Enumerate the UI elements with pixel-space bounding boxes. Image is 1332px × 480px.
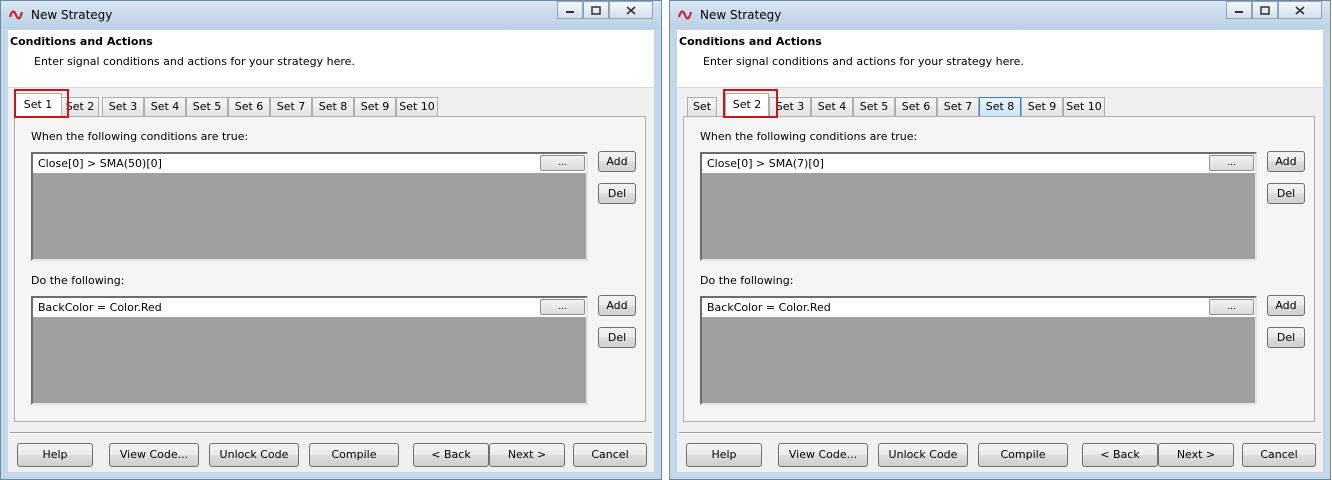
dialog-body: Conditions and Actions Enter signal cond… <box>8 30 654 472</box>
delete-action-button[interactable]: Del <box>1267 327 1305 348</box>
tab-panel: When the following conditions are true: … <box>14 116 646 422</box>
tab-set-7[interactable]: Set 7 <box>937 97 979 116</box>
window-controls <box>1226 1 1322 21</box>
close-button[interactable] <box>1278 1 1322 19</box>
tab-set-4[interactable]: Set 4 <box>144 97 186 116</box>
conditions-grid[interactable]: Close[0] > SMA(50)[0] ... <box>31 152 588 261</box>
strategy-logo-icon <box>9 10 23 20</box>
next-button[interactable]: Next > <box>1158 443 1234 467</box>
conditions-label: When the following conditions are true: <box>31 130 249 143</box>
add-action-button[interactable]: Add <box>1267 295 1305 316</box>
add-condition-button[interactable]: Add <box>598 151 636 172</box>
tab-set-3[interactable]: Set 3 <box>102 97 144 116</box>
footer-separator <box>10 432 652 434</box>
tab-set-1[interactable]: Set 1 <box>14 93 62 117</box>
add-action-button[interactable]: Add <box>598 295 636 316</box>
tab-set-9[interactable]: Set 9 <box>354 97 396 116</box>
wizard-header: Conditions and Actions Enter signal cond… <box>677 30 1323 88</box>
wizard-header: Conditions and Actions Enter signal cond… <box>8 30 654 88</box>
tab-set-2[interactable]: Set 2 <box>61 97 99 116</box>
delete-condition-button[interactable]: Del <box>598 183 636 204</box>
help-button[interactable]: Help <box>17 443 93 467</box>
cancel-button[interactable]: Cancel <box>1242 443 1316 467</box>
view-code-button[interactable]: View Code... <box>109 443 199 467</box>
help-button[interactable]: Help <box>686 443 762 467</box>
back-button[interactable]: < Back <box>413 443 489 467</box>
tab-set-4[interactable]: Set 4 <box>811 97 853 116</box>
view-code-button[interactable]: View Code... <box>778 443 868 467</box>
tab-set-9[interactable]: Set 9 <box>1021 97 1063 116</box>
close-icon <box>1295 5 1305 15</box>
tab-set-7[interactable]: Set 7 <box>270 97 312 116</box>
edit-condition-button[interactable]: ... <box>540 155 585 171</box>
actions-label: Do the following: <box>700 274 794 287</box>
edit-condition-button[interactable]: ... <box>1209 155 1254 171</box>
strategy-window-1: New Strategy Conditions and Actions Ente… <box>0 0 662 480</box>
maximize-icon <box>591 5 601 15</box>
next-button[interactable]: Next > <box>489 443 565 467</box>
conditions-label: When the following conditions are true: <box>700 130 918 143</box>
delete-condition-button[interactable]: Del <box>1267 183 1305 204</box>
page-subtitle: Enter signal conditions and actions for … <box>703 55 1024 68</box>
condition-row[interactable]: Close[0] > SMA(7)[0] ... <box>702 154 1255 174</box>
tab-set-5[interactable]: Set 5 <box>186 97 228 116</box>
maximize-icon <box>1260 5 1270 15</box>
close-button[interactable] <box>609 1 653 19</box>
tab-set-8[interactable]: Set 8 <box>979 97 1021 116</box>
title-bar[interactable]: New Strategy <box>670 1 1330 29</box>
cancel-button[interactable]: Cancel <box>573 443 647 467</box>
edit-action-button[interactable]: ... <box>1209 299 1254 315</box>
minimize-icon <box>1235 11 1243 13</box>
window-title: New Strategy <box>31 8 113 22</box>
unlock-code-button[interactable]: Unlock Code <box>209 443 299 467</box>
page-title: Conditions and Actions <box>679 35 822 48</box>
page-title: Conditions and Actions <box>10 35 153 48</box>
maximize-button[interactable] <box>583 1 609 19</box>
compile-button[interactable]: Compile <box>309 443 399 467</box>
unlock-code-button[interactable]: Unlock Code <box>878 443 968 467</box>
tab-set-6[interactable]: Set 6 <box>228 97 270 116</box>
minimize-icon <box>566 11 574 13</box>
minimize-button[interactable] <box>557 1 583 19</box>
tab-set-10[interactable]: Set 10 <box>1063 97 1105 116</box>
actions-grid[interactable]: BackColor = Color.Red ... <box>31 296 588 405</box>
tab-set-3[interactable]: Set 3 <box>769 97 811 116</box>
action-expression: BackColor = Color.Red <box>707 301 831 314</box>
dialog-body: Conditions and Actions Enter signal cond… <box>677 30 1323 472</box>
title-bar[interactable]: New Strategy <box>1 1 661 29</box>
strategy-logo-icon <box>678 10 692 20</box>
add-condition-button[interactable]: Add <box>1267 151 1305 172</box>
tab-set-10[interactable]: Set 10 <box>396 97 438 116</box>
window-controls <box>557 1 653 21</box>
action-expression: BackColor = Color.Red <box>38 301 162 314</box>
tab-panel: When the following conditions are true: … <box>683 116 1315 422</box>
compile-button[interactable]: Compile <box>978 443 1068 467</box>
maximize-button[interactable] <box>1252 1 1278 19</box>
window-title: New Strategy <box>700 8 782 22</box>
tab-set-1[interactable]: Set 1 <box>687 97 717 131</box>
condition-expression: Close[0] > SMA(50)[0] <box>38 157 162 170</box>
strategy-window-2: New Strategy Conditions and Actions Ente… <box>669 0 1331 480</box>
edit-action-button[interactable]: ... <box>540 299 585 315</box>
condition-row[interactable]: Close[0] > SMA(50)[0] ... <box>33 154 586 174</box>
close-icon <box>626 5 636 15</box>
footer-separator <box>679 432 1321 434</box>
actions-label: Do the following: <box>31 274 125 287</box>
minimize-button[interactable] <box>1226 1 1252 19</box>
action-row[interactable]: BackColor = Color.Red ... <box>33 298 586 318</box>
action-row[interactable]: BackColor = Color.Red ... <box>702 298 1255 318</box>
actions-grid[interactable]: BackColor = Color.Red ... <box>700 296 1257 405</box>
conditions-grid[interactable]: Close[0] > SMA(7)[0] ... <box>700 152 1257 261</box>
page-subtitle: Enter signal conditions and actions for … <box>34 55 355 68</box>
tab-set-2[interactable]: Set 2 <box>725 93 769 117</box>
tab-set-6[interactable]: Set 6 <box>895 97 937 116</box>
tab-set-5[interactable]: Set 5 <box>853 97 895 116</box>
condition-expression: Close[0] > SMA(7)[0] <box>707 157 824 170</box>
back-button[interactable]: < Back <box>1082 443 1158 467</box>
tab-set-8[interactable]: Set 8 <box>312 97 354 116</box>
delete-action-button[interactable]: Del <box>598 327 636 348</box>
